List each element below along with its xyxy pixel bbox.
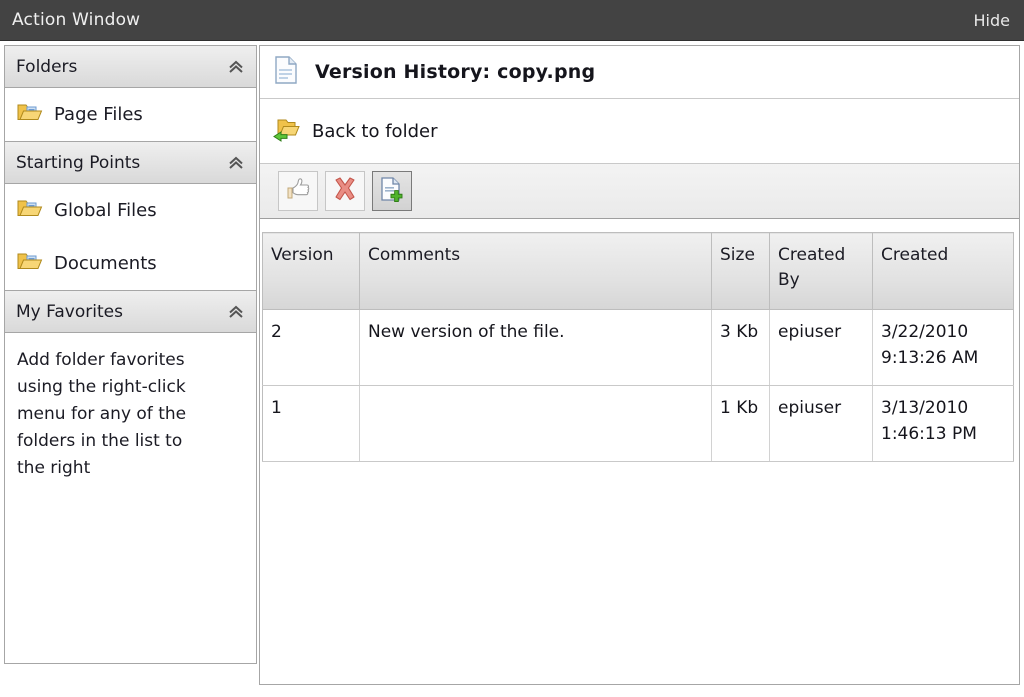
cell-size: 3 Kb [711,309,770,386]
sidebar-section-header-starting-points[interactable]: Starting Points [5,142,256,184]
sidebar-section-title-my-favorites: My Favorites [16,301,123,322]
sidebar-item-label: Global Files [54,199,157,221]
cell-created: 3/22/2010 9:13:26 AM [872,309,1014,386]
column-header-created-by[interactable]: Created By [769,232,873,310]
sidebar-item-documents[interactable]: Documents [5,237,256,290]
sidebar-section-title-starting-points: Starting Points [16,152,141,173]
folder-icon [17,101,43,127]
favorites-empty-message: Add folder favorites using the right-cli… [17,350,187,478]
sidebar-folder-list-folders: Page Files [5,88,256,142]
back-to-folder-link[interactable]: Back to folder [260,99,1019,164]
chevron-double-up-icon[interactable] [228,60,244,74]
folder-back-arrow-icon [272,116,300,146]
version-table-container: Version Comments Size Created By Created… [260,219,1019,462]
window-title: Action Window [12,10,141,30]
page-title: Version History: copy.png [315,61,596,83]
sidebar-section-header-my-favorites[interactable]: My Favorites [5,291,256,333]
sidebar-section-title-folders: Folders [16,56,78,77]
table-row[interactable]: 2 New version of the file. 3 Kb epiuser … [262,309,1014,386]
panel-header: Version History: copy.png [260,46,1019,99]
sidebar-item-global-files[interactable]: Global Files [5,184,256,237]
document-add-icon [379,176,405,206]
sidebar-item-label: Documents [54,252,157,274]
cell-version: 1 [262,385,360,462]
delete-button[interactable] [325,171,365,211]
chevron-double-up-icon[interactable] [228,156,244,170]
red-x-icon [332,177,358,205]
sidebar-folder-list-starting-points: Global Files Documents [5,184,256,291]
cell-version: 2 [262,309,360,386]
version-history-panel: Version History: copy.png Back to folder [259,45,1020,685]
chevron-double-up-icon[interactable] [228,305,244,319]
version-toolbar [260,164,1019,219]
cell-size: 1 Kb [711,385,770,462]
cell-comments [359,385,712,462]
cell-created-by: epiuser [769,309,873,386]
table-row[interactable]: 1 1 Kb epiuser 3/13/2010 1:46:13 PM [262,385,1014,462]
publish-button[interactable] [278,171,318,211]
column-header-version[interactable]: Version [262,232,360,310]
hide-button[interactable]: Hide [974,11,1010,30]
sidebar: Folders Page Files Starting Points Globa… [4,45,257,664]
version-history-table: Version Comments Size Created By Created… [262,232,1014,462]
sidebar-favorites-body: Add folder favorites using the right-cli… [5,333,256,482]
cell-created-by: epiuser [769,385,873,462]
table-header-row: Version Comments Size Created By Created [262,232,1014,310]
action-window-titlebar: Action Window Hide [0,0,1024,41]
cell-created: 3/13/2010 1:46:13 PM [872,385,1014,462]
folder-icon [17,250,43,276]
column-header-size[interactable]: Size [711,232,770,310]
sidebar-item-label: Page Files [54,103,143,125]
sidebar-item-page-files[interactable]: Page Files [5,88,256,141]
thumbs-up-icon [285,177,311,205]
folder-icon [17,197,43,223]
new-version-button[interactable] [372,171,412,211]
sidebar-section-header-folders[interactable]: Folders [5,46,256,88]
column-header-created[interactable]: Created [872,232,1014,310]
column-header-comments[interactable]: Comments [359,232,712,310]
back-to-folder-label: Back to folder [312,120,438,142]
document-icon [274,56,298,88]
cell-comments: New version of the file. [359,309,712,386]
